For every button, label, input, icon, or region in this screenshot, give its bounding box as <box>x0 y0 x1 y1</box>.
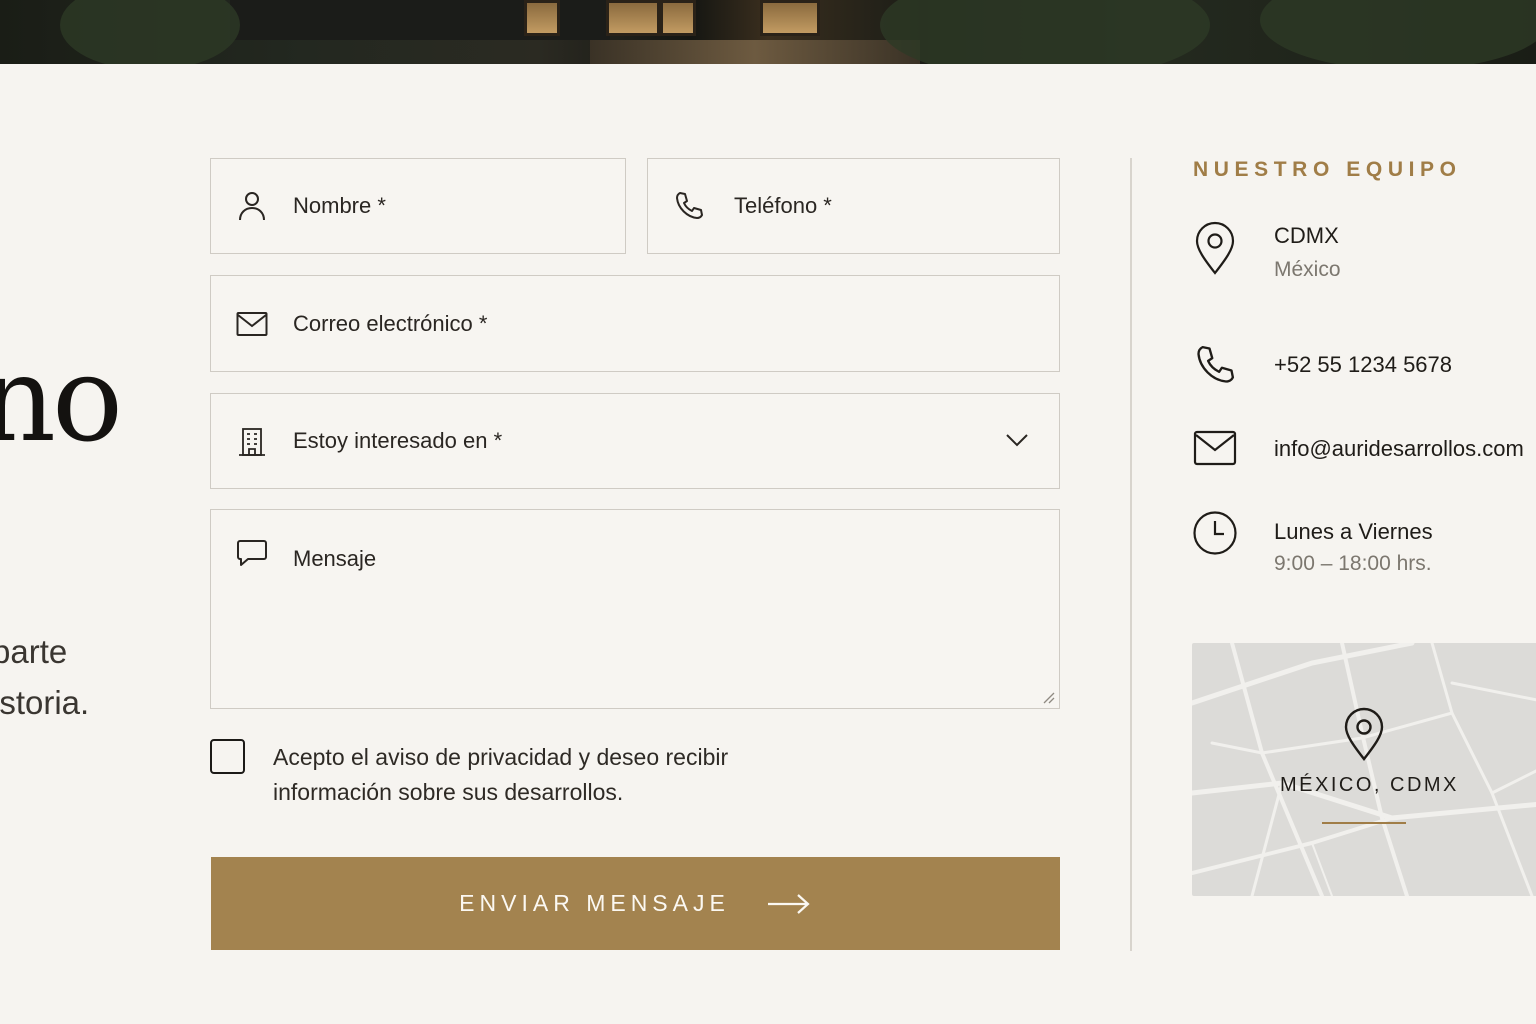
map-pin-icon <box>1344 707 1384 761</box>
message-placeholder: Mensaje <box>293 546 377 571</box>
interest-select[interactable]: Estoy interesado en * <box>210 393 1060 489</box>
garden-path <box>590 40 920 64</box>
column-divider <box>1130 158 1132 951</box>
building-icon <box>235 424 269 458</box>
house-window <box>760 0 820 36</box>
user-icon <box>235 189 269 223</box>
house-window <box>606 0 660 36</box>
mail-icon <box>1192 423 1238 473</box>
chevron-down-icon[interactable] <box>1005 428 1029 452</box>
page-headline: no <box>0 330 123 468</box>
house-window <box>660 0 696 36</box>
interest-placeholder: Estoy interesado en * <box>293 428 503 453</box>
resize-handle-icon[interactable] <box>1041 690 1055 704</box>
name-field[interactable]: Nombre * <box>210 158 626 254</box>
message-textarea[interactable]: Mensaje <box>210 509 1060 709</box>
hero-image <box>0 0 1536 64</box>
lead-line: parte <box>0 633 68 670</box>
mail-icon <box>235 307 269 341</box>
arrow-right-icon <box>767 893 810 914</box>
team-email-link[interactable]: info@auridesarrollos.com <box>1274 436 1524 462</box>
hours-days: Lunes a Viernes <box>1274 519 1433 544</box>
privacy-checkbox[interactable] <box>210 739 245 774</box>
privacy-consent-label: Acepto el aviso de privacidad y deseo re… <box>273 744 729 805</box>
send-message-button[interactable]: ENVIAR MENSAJE <box>211 857 1060 950</box>
tree <box>60 0 240 64</box>
map-label: MÉXICO, CDMX <box>1280 774 1459 796</box>
lead-text: parte istoria. <box>0 626 89 728</box>
hours-time: 9:00 – 18:00 hrs. <box>1274 552 1432 575</box>
tree <box>880 0 1210 64</box>
phone-icon <box>1192 340 1238 390</box>
location-map[interactable]: MÉXICO, CDMX <box>1192 643 1536 896</box>
team-phone-link[interactable]: +52 55 1234 5678 <box>1274 352 1452 378</box>
phone-placeholder: Teléfono * <box>734 193 832 218</box>
house-window <box>524 0 560 36</box>
email-field[interactable]: Correo electrónico * <box>210 275 1060 372</box>
lead-line: istoria. <box>0 684 90 721</box>
team-title: NUESTRO EQUIPO <box>1193 158 1462 181</box>
tree <box>1260 0 1536 64</box>
phone-field[interactable]: Teléfono * <box>647 158 1060 254</box>
chat-bubble-icon <box>235 536 269 570</box>
location-country: México <box>1274 258 1341 281</box>
map-accent-rule <box>1322 822 1406 824</box>
email-placeholder: Correo electrónico * <box>293 310 488 336</box>
location-city: CDMX <box>1274 223 1339 248</box>
phone-icon <box>672 189 706 223</box>
send-message-label: ENVIAR MENSAJE <box>459 890 730 916</box>
name-placeholder: Nombre * <box>293 193 386 218</box>
clock-icon <box>1192 508 1238 558</box>
map-pin-icon <box>1192 220 1238 276</box>
